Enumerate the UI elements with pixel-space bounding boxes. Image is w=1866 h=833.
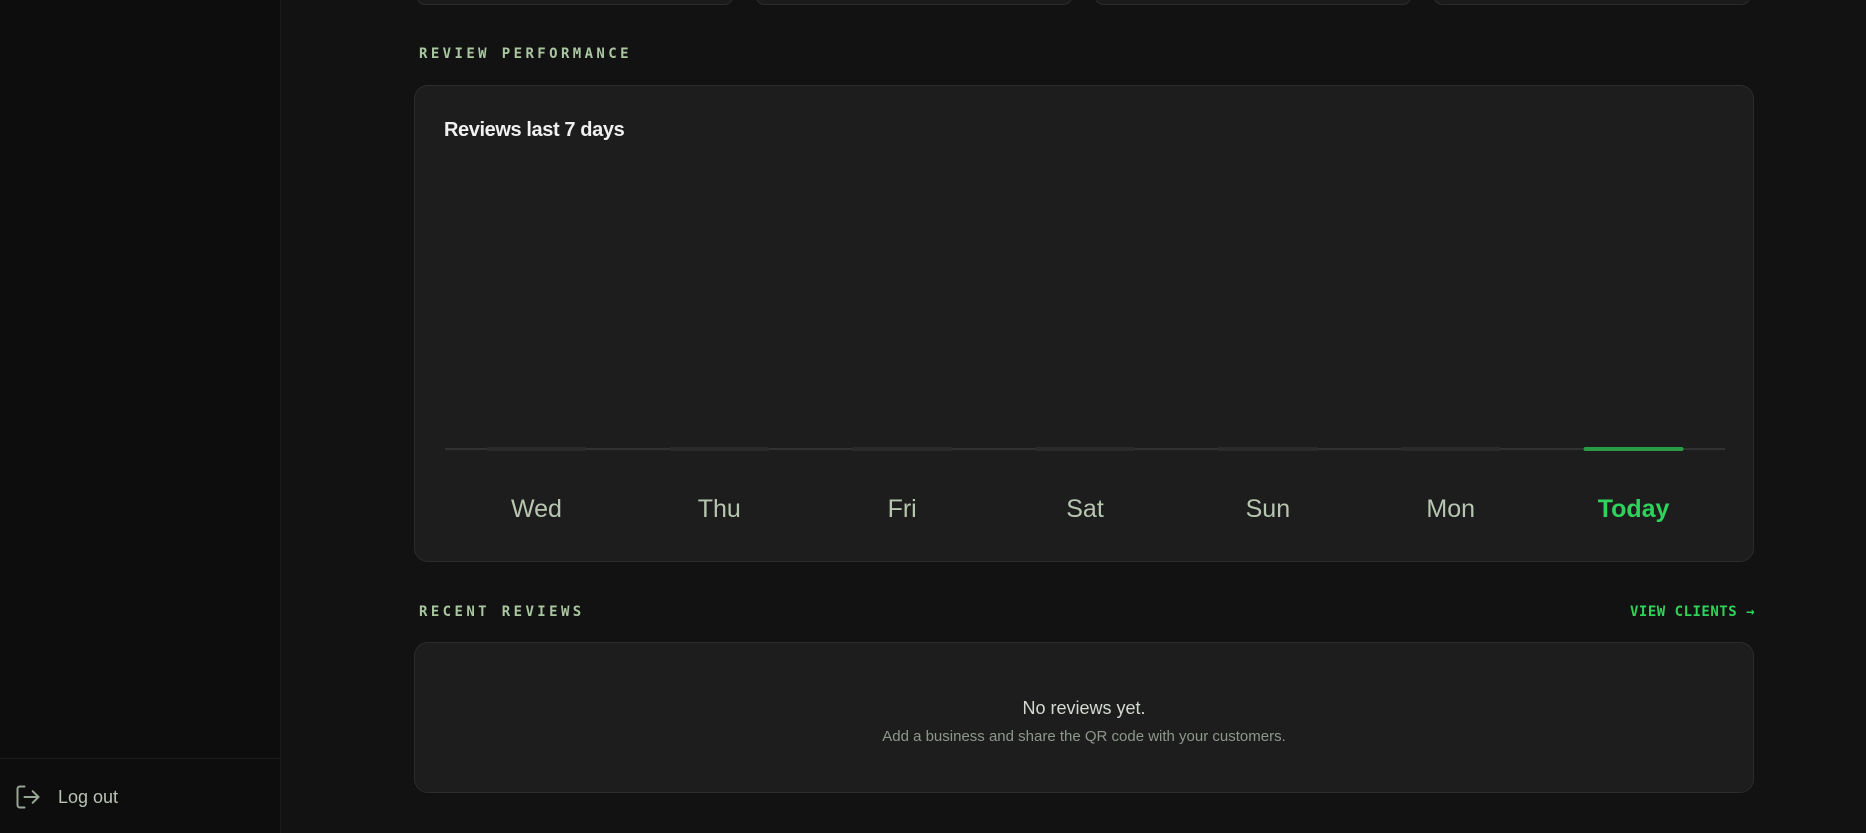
chart-bar-thu: [669, 447, 770, 451]
stat-card: [1433, 0, 1751, 5]
sidebar: Log out: [0, 0, 281, 833]
recent-reviews-heading: RECENT REVIEWS: [419, 604, 585, 620]
chart-tick-label-sat: Sat: [1066, 495, 1104, 523]
chart-bar-sat: [1035, 447, 1135, 451]
chart-bar-mon: [1400, 447, 1501, 451]
recent-reviews-card: No reviews yet. Add a business and share…: [414, 642, 1754, 793]
reviews-chart-card: Reviews last 7 days Wed Thu Fri Sat Sun Mon To…: [414, 85, 1754, 562]
chart-tick-label-wed: Wed: [511, 495, 562, 523]
chart-bar-fri: [852, 447, 953, 451]
reviews-bar-chart: Wed Thu Fri Sat Sun Mon Today: [445, 447, 1725, 523]
chart-bar-sun: [1217, 447, 1318, 451]
review-performance-heading: REVIEW PERFORMANCE: [419, 46, 632, 62]
chart-bar-today: [1583, 447, 1684, 451]
chart-tick-label-sun: Sun: [1246, 495, 1290, 523]
chart-bar-wed: [486, 447, 587, 451]
logout-button[interactable]: Log out: [14, 783, 118, 811]
chart-tick-label-thu: Thu: [698, 495, 741, 523]
stat-card: [416, 0, 734, 5]
logout-label: Log out: [58, 786, 119, 807]
chart-tick-label-fri: Fri: [888, 495, 917, 523]
main-content: REVIEW PERFORMANCE Reviews last 7 days W…: [282, 0, 1866, 833]
empty-state-title: No reviews yet.: [1022, 698, 1146, 718]
view-clients-link[interactable]: VIEW CLIENTS →: [1630, 604, 1755, 620]
stat-card: [1094, 0, 1412, 5]
empty-state-subtitle: Add a business and share the QR code wit…: [882, 728, 1286, 745]
logout-icon: [14, 783, 42, 811]
chart-tick-label-today: Today: [1598, 495, 1670, 523]
sidebar-footer: Log out: [0, 758, 281, 833]
stat-card: [755, 0, 1073, 5]
chart-tick-label-mon: Mon: [1426, 495, 1475, 523]
